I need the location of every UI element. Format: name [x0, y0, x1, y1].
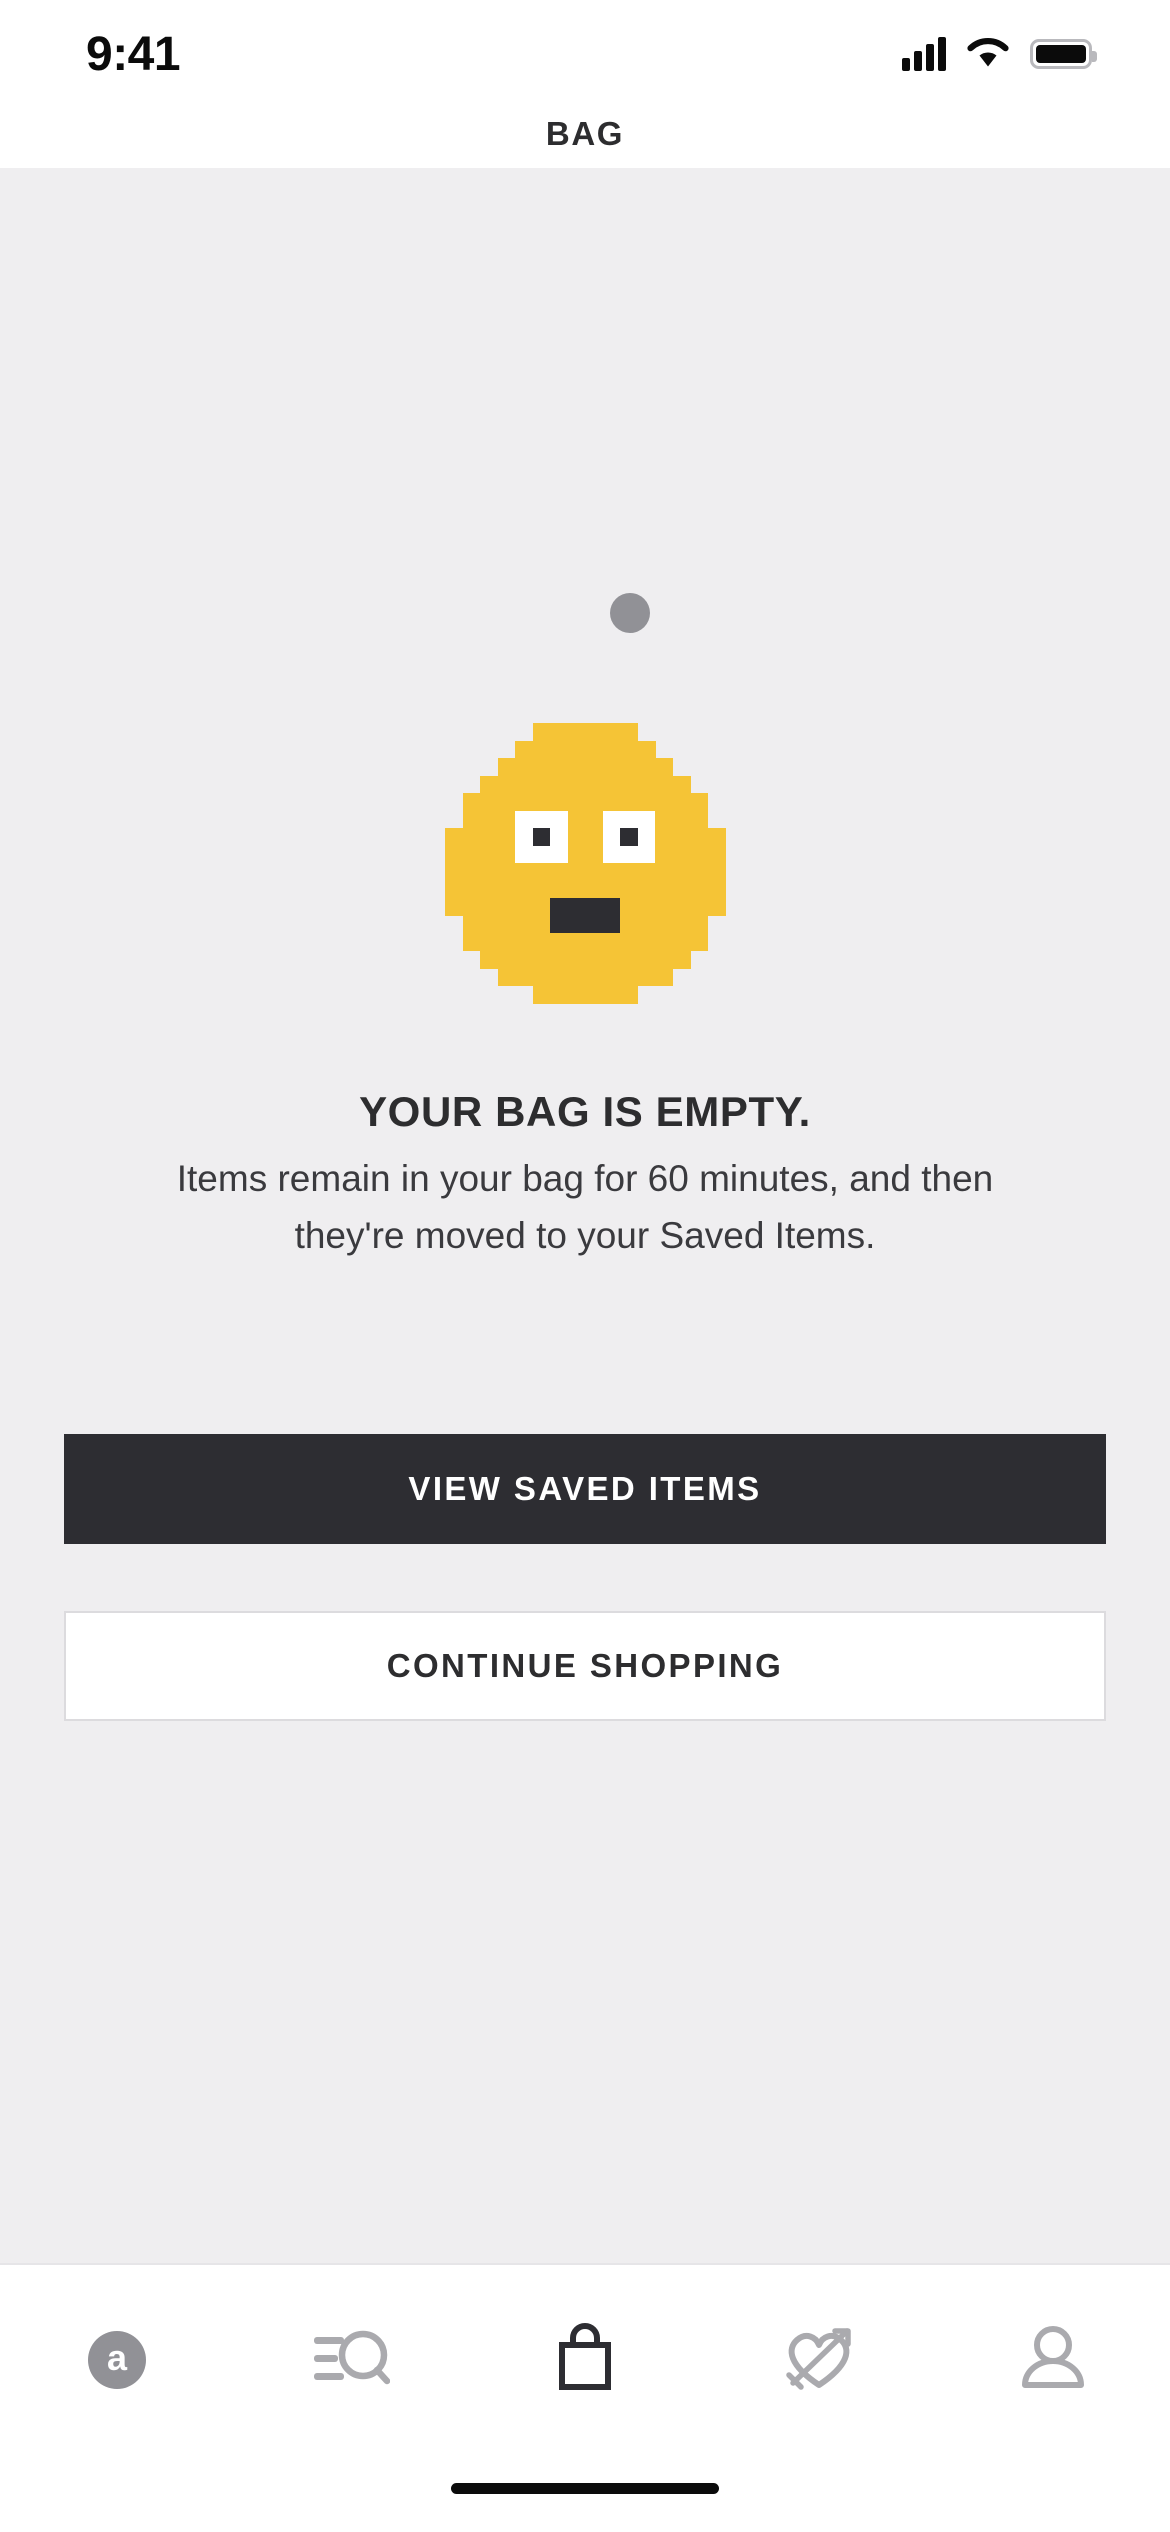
- empty-state-body-text: Items remain in your bag for 60 minutes,…: [176, 1158, 994, 1256]
- tab-account[interactable]: [936, 2265, 1170, 2455]
- view-saved-items-button[interactable]: VIEW SAVED ITEMS: [64, 1434, 1106, 1544]
- status-bar-time: 9:41: [86, 27, 181, 81]
- status-bar: 9:41: [0, 0, 1170, 100]
- asos-logo-letter: a: [106, 2337, 128, 2378]
- battery-icon: [1030, 39, 1097, 69]
- tab-home[interactable]: a: [0, 2265, 234, 2455]
- touch-indicator-dot: [610, 593, 650, 633]
- empty-bag-illustration-wrap: [0, 723, 1170, 1004]
- tab-saved[interactable]: [702, 2265, 936, 2455]
- page-title: BAG: [545, 115, 625, 152]
- person-icon: [1018, 2323, 1088, 2398]
- pixel-art-neutral-face-emoji: [445, 723, 726, 1004]
- app-header: BAG: [0, 100, 1170, 168]
- continue-shopping-button[interactable]: CONTINUE SHOPPING: [64, 1611, 1106, 1721]
- heart-arrow-icon: [779, 2321, 859, 2400]
- tab-search[interactable]: [234, 2265, 468, 2455]
- wifi-icon: [966, 36, 1010, 73]
- empty-state-headline: YOUR BAG IS EMPTY.: [359, 1088, 811, 1135]
- home-indicator: [451, 2483, 719, 2494]
- status-bar-icons: [902, 36, 1097, 73]
- main-content: YOUR BAG IS EMPTY. Items remain in your …: [0, 168, 1170, 2263]
- bottom-tab-bar: a: [0, 2263, 1170, 2532]
- shopping-bag-icon: [552, 2322, 618, 2398]
- asos-logo-icon: a: [88, 2331, 146, 2389]
- tab-bag[interactable]: [468, 2265, 702, 2455]
- cellular-signal-icon: [902, 37, 946, 71]
- search-list-icon: [312, 2325, 391, 2396]
